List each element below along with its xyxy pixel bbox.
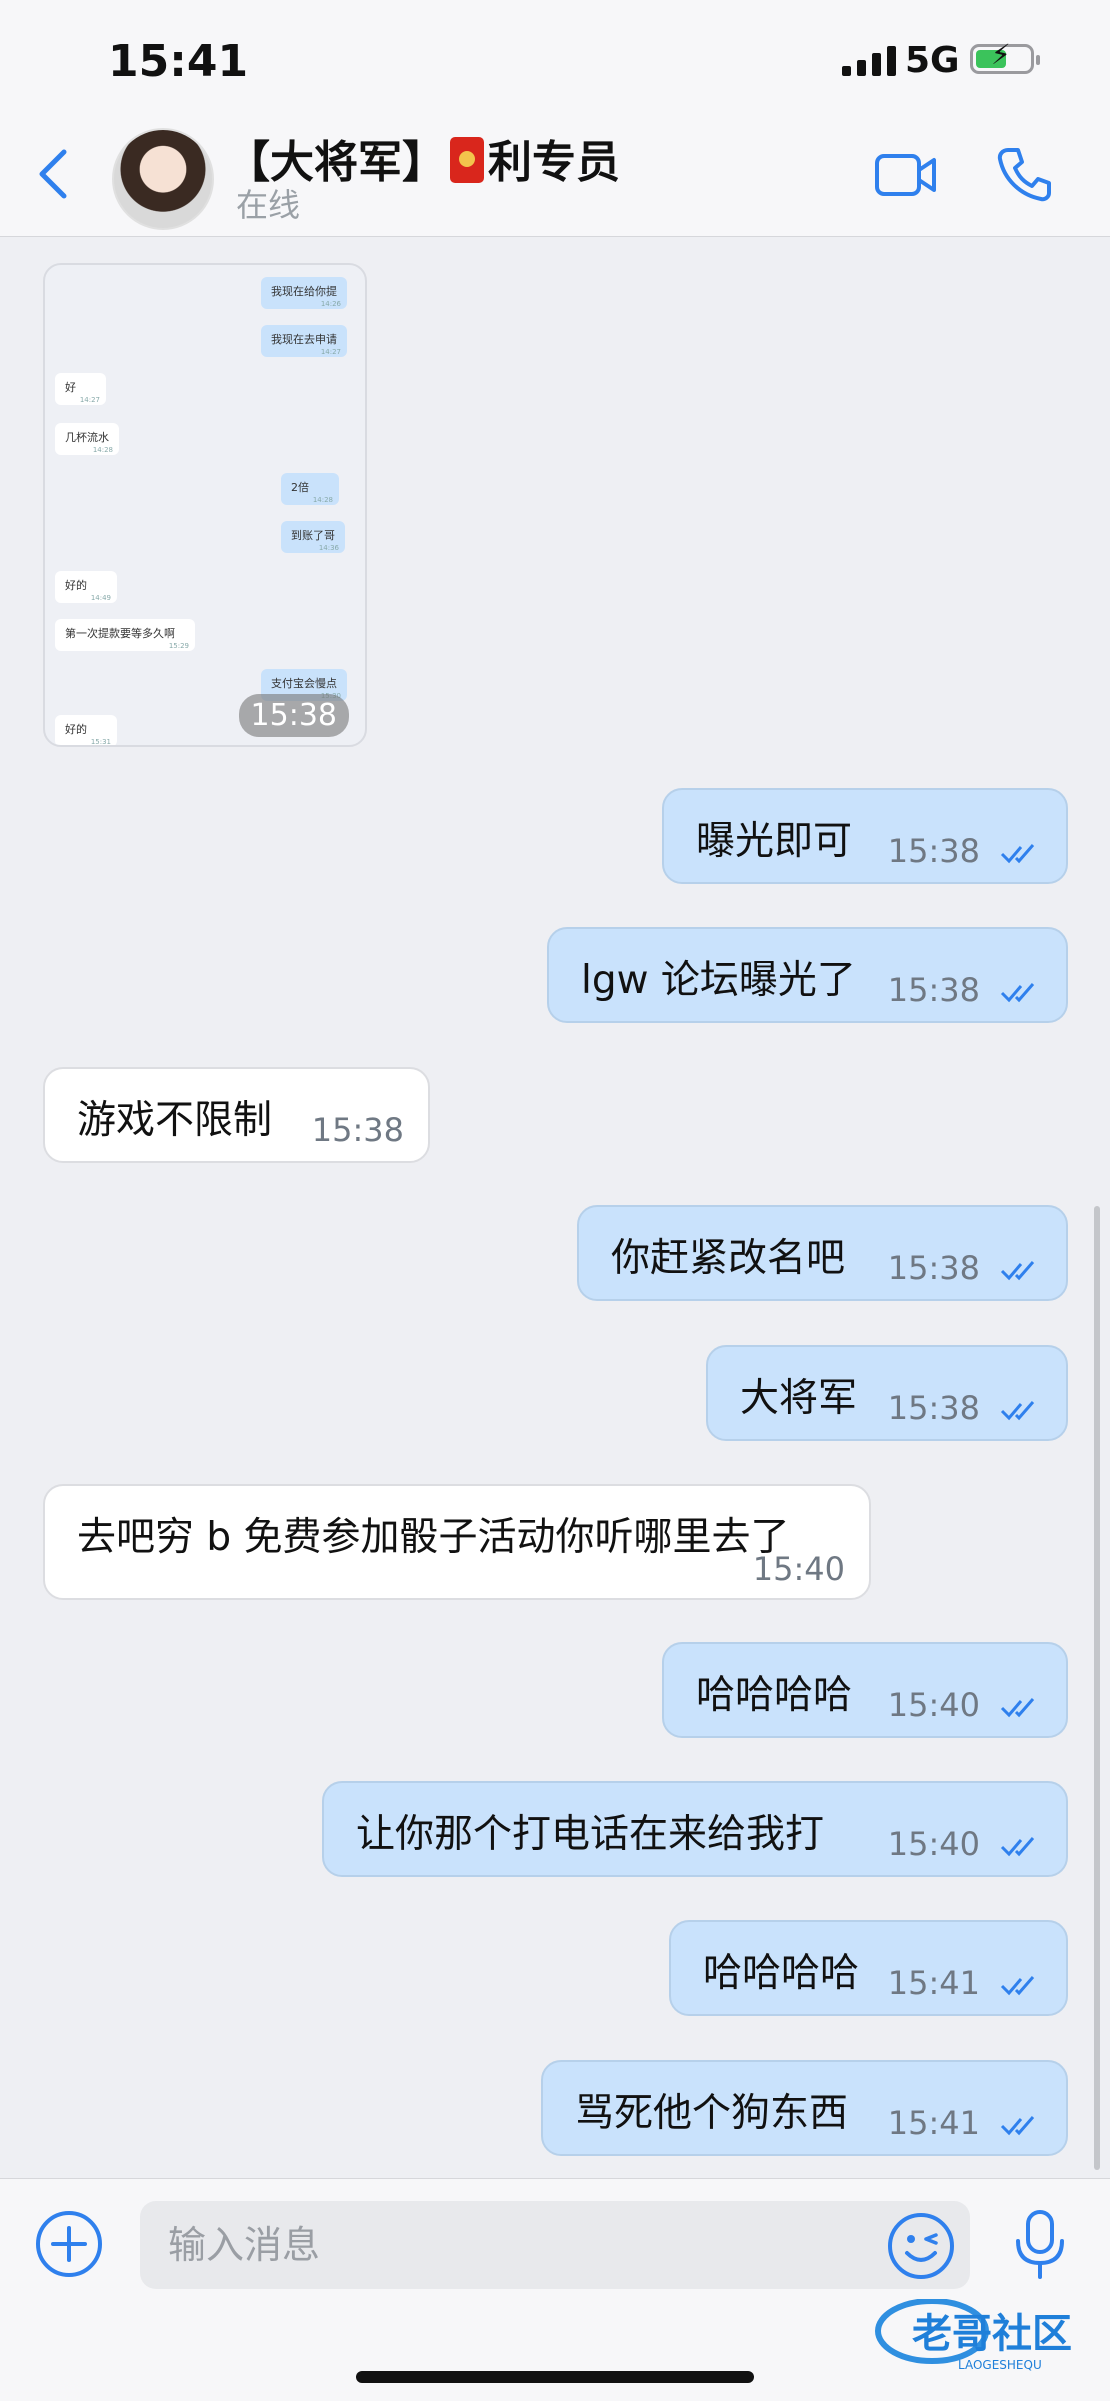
message-input[interactable] <box>140 2201 970 2289</box>
emoji-button[interactable] <box>886 2211 956 2285</box>
avatar[interactable] <box>112 128 214 230</box>
message-bubble-incoming[interactable]: 去吧穷 b 免费参加骰子活动你听哪里去了 15:40 <box>43 1484 871 1600</box>
top-bar: 15:41 5G ⚡ 【大将军】 利专员 在线 <box>0 0 1110 237</box>
voice-call-button[interactable] <box>996 146 1052 206</box>
scrollbar[interactable] <box>1094 1206 1100 2170</box>
attach-button[interactable] <box>34 2209 104 2283</box>
microphone-icon <box>1016 2210 1064 2279</box>
voice-input-button[interactable] <box>1012 2209 1068 2285</box>
message-bubble-outgoing[interactable]: 你赶紧改名吧 15:38 <box>577 1205 1068 1301</box>
read-checkmarks-icon <box>1000 1698 1035 1718</box>
message-bubble-outgoing[interactable]: lgw 论坛曝光了 15:38 <box>547 927 1068 1023</box>
thumbnail-message: 几杯流水 14:28 <box>55 423 119 455</box>
plus-circle-icon <box>36 2211 102 2277</box>
thumbnail-message: 我现在去申请 14:27 <box>261 325 347 357</box>
message-bubble-outgoing[interactable]: 曝光即可 15:38 <box>662 788 1068 884</box>
signal-icon <box>842 46 896 76</box>
phone-icon <box>997 148 1051 202</box>
input-bar: 老哥社区 LAOGESHEQU <box>0 2178 1110 2401</box>
message-bubble-outgoing[interactable]: 哈哈哈哈 15:41 <box>669 1920 1068 2016</box>
back-button[interactable] <box>36 148 72 204</box>
smiley-wink-icon <box>888 2213 954 2279</box>
watermark-logo: 老哥社区 LAOGESHEQU <box>872 2298 1104 2377</box>
message-bubble-outgoing[interactable]: 让你那个打电话在来给我打 15:40 <box>322 1781 1068 1877</box>
message-bubble-outgoing[interactable]: 大将军 15:38 <box>706 1345 1068 1441</box>
thumbnail-message: 2倍 14:28 <box>281 473 339 505</box>
read-checkmarks-icon <box>1000 2116 1035 2136</box>
battery-icon: ⚡ <box>970 41 1040 74</box>
thumbnail-message: 好的 14:49 <box>55 571 117 603</box>
video-call-button[interactable] <box>874 150 938 204</box>
image-timestamp: 15:38 <box>238 694 349 737</box>
video-camera-icon <box>875 154 936 196</box>
home-indicator[interactable] <box>356 2371 754 2383</box>
read-checkmarks-icon <box>1000 983 1035 1003</box>
thumbnail-message: 第一次提款要等多久啊 15:29 <box>55 619 195 651</box>
network-type: 5G <box>905 40 960 81</box>
read-checkmarks-icon <box>1000 1976 1035 1996</box>
screenshot-image-message[interactable]: 我现在给你提 14:26 我现在去申请 14:27 好 14:27 几杯流水 14:28… <box>43 263 367 747</box>
thumbnail-message: 到账了哥 14:36 <box>281 521 345 553</box>
read-checkmarks-icon <box>1000 844 1035 864</box>
thumbnail-message: 好的 15:31 <box>55 715 117 745</box>
thumbnail-message: 我现在给你提 14:26 <box>261 277 347 309</box>
message-bubble-outgoing[interactable]: 骂死他个狗东西 15:41 <box>541 2060 1068 2156</box>
online-status: 在线 <box>236 186 301 224</box>
watermark-title: 老哥社区 <box>912 2311 1072 2357</box>
read-checkmarks-icon <box>1000 1401 1035 1421</box>
read-checkmarks-icon <box>1000 1837 1035 1857</box>
watermark-subtitle: LAOGESHEQU <box>958 2358 1042 2372</box>
chat-title-suffix: 利专员 <box>488 137 620 188</box>
message-bubble-outgoing[interactable]: 哈哈哈哈 15:40 <box>662 1642 1068 1738</box>
red-envelope-icon <box>450 137 484 183</box>
read-checkmarks-icon <box>1000 1261 1035 1281</box>
thumbnail-message: 好 14:27 <box>55 373 106 405</box>
status-time: 15:41 <box>108 36 249 87</box>
message-bubble-incoming[interactable]: 游戏不限制 15:38 <box>43 1067 430 1163</box>
message-list[interactable]: 我现在给你提 14:26 我现在去申请 14:27 好 14:27 几杯流水 14:28… <box>0 237 1110 2177</box>
